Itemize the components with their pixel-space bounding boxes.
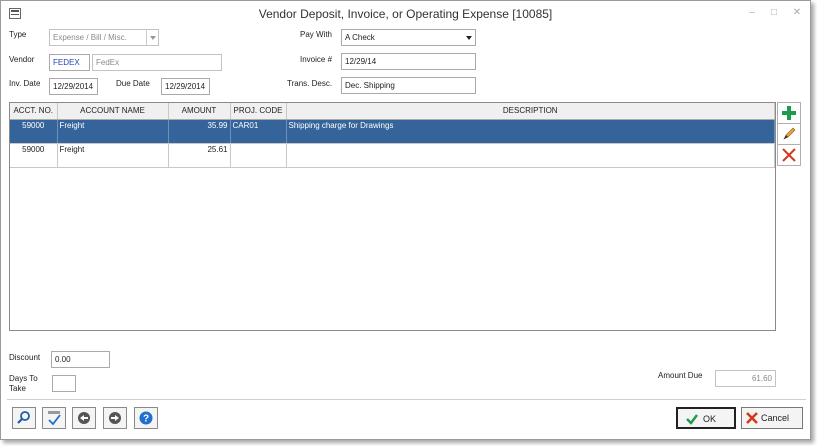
chevron-down-icon[interactable]: [146, 30, 158, 45]
spellcheck-button[interactable]: [42, 407, 66, 429]
cell-acct-no: 59000: [10, 119, 58, 144]
type-select[interactable]: Expense / Bill / Misc.: [49, 29, 159, 46]
help-button[interactable]: ?: [134, 407, 158, 429]
help-icon: ?: [139, 411, 153, 425]
chevron-down-icon[interactable]: [463, 30, 475, 45]
grid-header-row: ACCT. NO. ACCOUNT NAME AMOUNT PROJ. CODE…: [10, 103, 775, 120]
amount-due-label: Amount Due: [658, 371, 703, 380]
discount-label: Discount: [9, 353, 41, 362]
cell-amount: 35.99: [168, 119, 231, 144]
x-icon: [782, 148, 796, 162]
due-date-label: Due Date: [116, 79, 150, 88]
cancel-button-label: Cancel: [761, 413, 790, 423]
search-button[interactable]: [12, 407, 36, 429]
cell-acct-no: 59000: [10, 143, 58, 168]
due-date-field[interactable]: 12/29/2014: [161, 78, 210, 95]
pay-with-select[interactable]: A Check: [341, 29, 476, 46]
checkmark-icon: [686, 414, 698, 425]
previous-button[interactable]: [72, 407, 96, 429]
divider: [7, 399, 806, 400]
vendor-code-field[interactable]: FEDEX: [49, 54, 90, 71]
cell-proj-code: [230, 143, 287, 168]
col-header-account-name[interactable]: ACCOUNT NAME: [57, 103, 169, 120]
cell-proj-code: CAR01: [230, 119, 287, 144]
svg-text:?: ?: [143, 414, 149, 425]
inv-date-label: Inv. Date: [9, 79, 41, 88]
expense-lines-grid: ACCT. NO. ACCOUNT NAME AMOUNT PROJ. CODE…: [9, 102, 776, 331]
title-bar: Vendor Deposit, Invoice, or Operating Ex…: [1, 1, 810, 27]
vendor-expense-window: Vendor Deposit, Invoice, or Operating Ex…: [0, 0, 811, 440]
days-to-take-label-line1: Days To: [9, 374, 38, 383]
vendor-name-field: FedEx: [92, 54, 222, 71]
back-arrow-icon: [78, 412, 90, 424]
plus-icon: [782, 106, 796, 120]
add-line-button[interactable]: [777, 102, 801, 124]
amount-due-field: 61.60: [715, 370, 776, 387]
vendor-label: Vendor: [9, 55, 35, 64]
cell-account-name: Freight: [57, 119, 169, 144]
discount-field[interactable]: 0.00: [51, 351, 110, 368]
type-select-value: Expense / Bill / Misc.: [53, 33, 127, 42]
next-button[interactable]: [103, 407, 127, 429]
table-row[interactable]: 59000 Freight 25.61: [10, 143, 775, 168]
type-label: Type: [9, 30, 27, 39]
pay-with-value: A Check: [345, 33, 375, 42]
invoice-label: Invoice #: [300, 55, 333, 64]
close-window-button[interactable]: ✕: [789, 6, 805, 20]
inv-date-field[interactable]: 12/29/2014: [49, 78, 98, 95]
table-row-selected[interactable]: 59000 Freight 35.99 CAR01 Shipping charg…: [10, 119, 775, 144]
delete-line-button[interactable]: [777, 144, 801, 166]
days-to-take-label-line2: Take: [9, 384, 26, 393]
window-title: Vendor Deposit, Invoice, or Operating Ex…: [258, 7, 553, 21]
col-header-description[interactable]: DESCRIPTION: [286, 103, 775, 120]
cell-amount: 25.61: [168, 143, 231, 168]
col-header-proj-code[interactable]: PROJ. CODE: [230, 103, 287, 120]
days-to-take-field[interactable]: [52, 375, 76, 392]
ok-button[interactable]: OK: [676, 407, 736, 429]
pencil-icon: [783, 127, 796, 140]
maximize-button[interactable]: □: [766, 6, 782, 20]
ok-button-label: OK: [703, 414, 717, 424]
col-header-acct-no[interactable]: ACCT. NO.: [10, 103, 58, 120]
edit-line-button[interactable]: [777, 123, 801, 145]
x-icon: [746, 412, 758, 424]
cell-description: Shipping charge for Drawings: [286, 119, 775, 144]
col-header-amount[interactable]: AMOUNT: [168, 103, 231, 120]
minimize-button[interactable]: –: [744, 6, 760, 20]
invoice-field[interactable]: 12/29/14: [341, 53, 476, 70]
trans-desc-field[interactable]: Dec. Shipping: [341, 77, 476, 94]
magnifier-icon: [17, 411, 30, 424]
cell-description: [286, 143, 775, 168]
days-to-take-label: Days To Take: [9, 374, 38, 394]
cancel-button[interactable]: Cancel: [741, 407, 803, 429]
spellcheck-icon: [48, 411, 61, 426]
trans-desc-label: Trans. Desc.: [287, 79, 333, 88]
pay-with-label: Pay With: [300, 30, 333, 39]
cell-account-name: Freight: [57, 143, 169, 168]
forward-arrow-icon: [109, 412, 121, 424]
